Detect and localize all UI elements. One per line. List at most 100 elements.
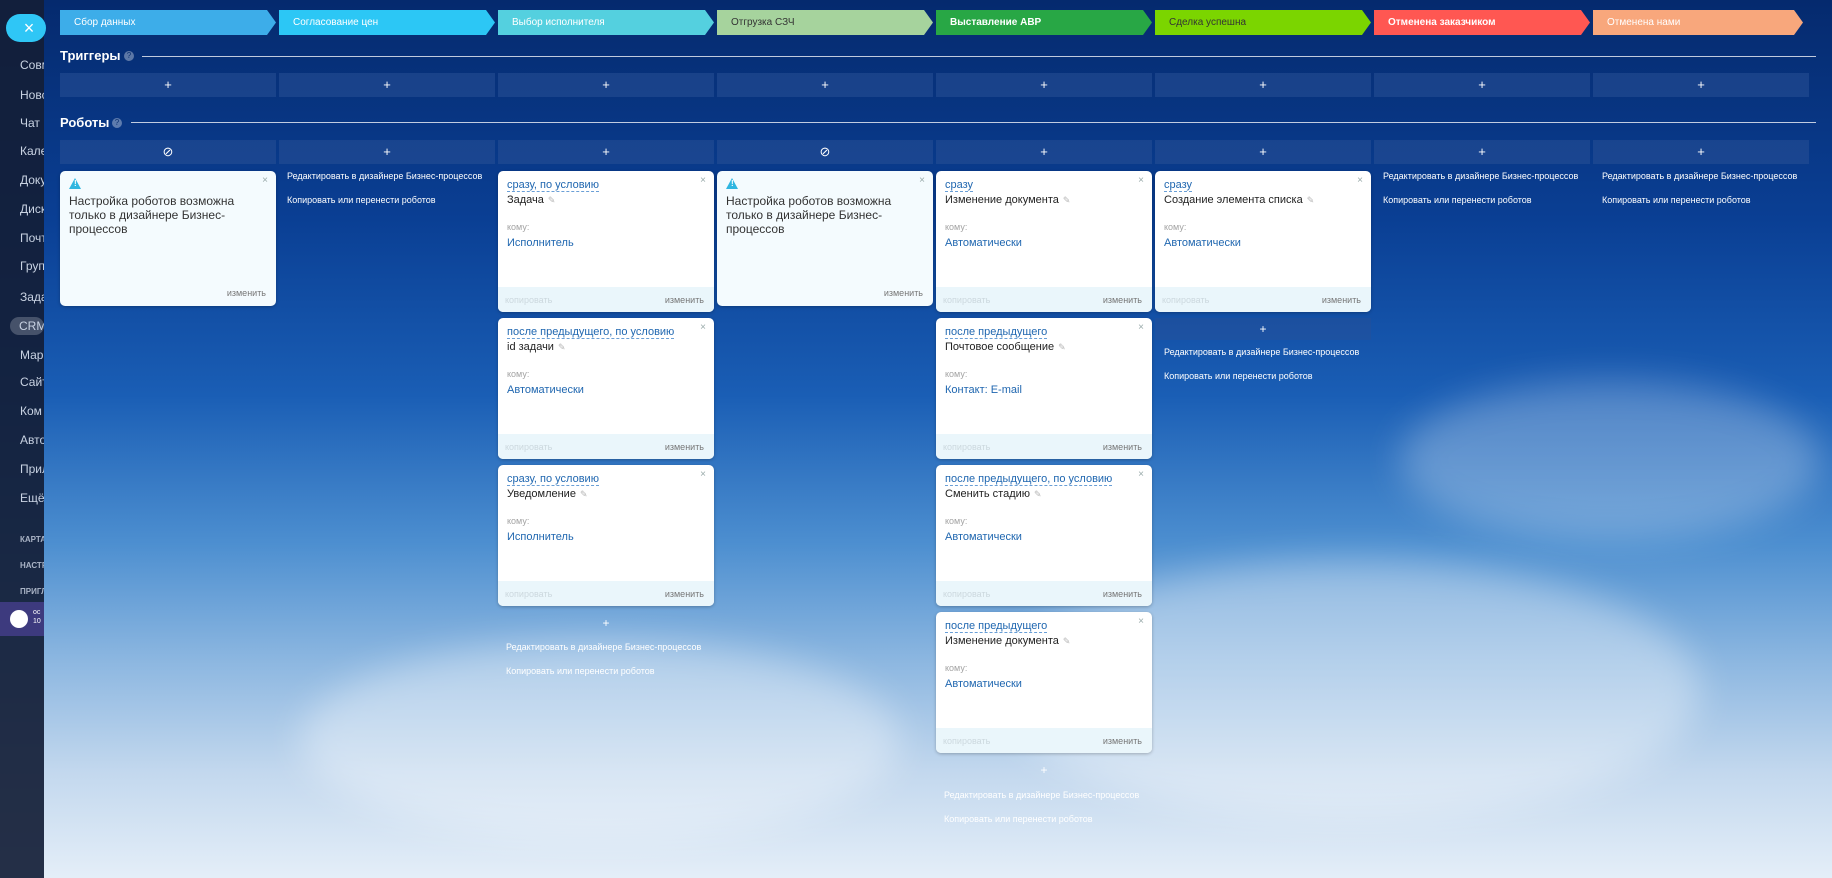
robot-card[interactable]: × сразу, по условию Задача ✎ кому: Исполн… [498,171,714,312]
copy-link[interactable]: копировать [943,589,990,599]
copy-link[interactable]: копировать [1162,295,1209,305]
robot-condition[interactable]: сразу, по условию [507,473,599,486]
sidebar-item[interactable]: Доку [20,173,44,187]
close-icon[interactable]: × [700,469,706,480]
pencil-icon[interactable]: ✎ [1058,342,1066,352]
pencil-icon[interactable]: ✎ [1307,195,1315,205]
close-icon[interactable]: × [1138,322,1144,333]
add-trigger-button[interactable]: + [60,73,276,97]
add-robot-button[interactable]: + [1155,140,1371,164]
add-robot-button[interactable]: + [1593,140,1809,164]
copy-move-robots-link[interactable]: Копировать или перенести роботов [1602,195,1751,205]
edit-in-designer-link[interactable]: Редактировать в дизайнере Бизнес-процесс… [1164,347,1359,357]
sidebar-section-label[interactable]: НАСТР [20,561,44,570]
robot-to-value[interactable]: Автоматически [945,531,1022,543]
edit-link[interactable]: изменить [884,288,923,298]
edit-link[interactable]: изменить [665,442,704,452]
robot-to-value[interactable]: Автоматически [507,384,584,396]
copy-move-robots-link[interactable]: Копировать или перенести роботов [287,195,436,205]
edit-link[interactable]: изменить [665,589,704,599]
sidebar-item[interactable]: Ещё [20,491,44,505]
sidebar-item[interactable]: Чат и [20,116,44,130]
sidebar-item-crm[interactable]: CRM [10,317,44,335]
robot-to-value[interactable]: Автоматически [945,237,1022,249]
sidebar-item[interactable]: Груп [20,259,44,273]
close-icon[interactable]: × [1357,175,1363,186]
sidebar-item[interactable]: Прил [20,462,44,476]
sidebar-item[interactable]: Диск [20,202,44,216]
pencil-icon[interactable]: ✎ [1034,489,1042,499]
edit-in-designer-link[interactable]: Редактировать в дизайнере Бизнес-процесс… [1383,171,1578,181]
robot-to-value[interactable]: Исполнитель [507,237,574,249]
robot-condition[interactable]: после предыдущего, по условию [945,473,1113,486]
edit-link[interactable]: изменить [227,288,266,298]
add-trigger-button[interactable]: + [936,73,1152,97]
sidebar-item[interactable]: Авто [20,433,44,447]
edit-link[interactable]: изменить [1322,295,1361,305]
add-robot-button[interactable]: + [1155,318,1371,340]
copy-link[interactable]: копировать [943,736,990,746]
add-robot-button[interactable]: + [498,612,714,634]
edit-link[interactable]: изменить [665,295,704,305]
add-robot-button[interactable]: + [279,140,495,164]
robot-to-value[interactable]: Автоматически [1164,237,1241,249]
robot-condition[interactable]: после предыдущего, по условию [507,326,675,339]
edit-link[interactable]: изменить [1103,295,1142,305]
pencil-icon[interactable]: ✎ [548,195,556,205]
pencil-icon[interactable]: ✎ [558,342,566,352]
sidebar-item[interactable]: Мар [20,348,44,362]
add-robot-button[interactable]: + [498,140,714,164]
edit-in-designer-link[interactable]: Редактировать в дизайнере Бизнес-процесс… [944,790,1139,800]
copy-link[interactable]: копировать [505,295,552,305]
help-icon[interactable]: ? [124,51,134,61]
robot-condition[interactable]: сразу [1164,179,1193,192]
close-icon[interactable]: × [700,322,706,333]
edit-link[interactable]: изменить [1103,442,1142,452]
close-icon[interactable]: × [919,175,925,186]
edit-in-designer-link[interactable]: Редактировать в дизайнере Бизнес-процесс… [506,642,701,652]
add-trigger-button[interactable]: + [498,73,714,97]
sidebar-item[interactable]: Ком [20,404,44,418]
pencil-icon[interactable]: ✎ [1063,636,1071,646]
copy-move-robots-link[interactable]: Копировать или перенести роботов [944,814,1093,824]
copy-link[interactable]: копировать [505,442,552,452]
copy-move-robots-link[interactable]: Копировать или перенести роботов [506,666,655,676]
sidebar-item[interactable]: Кале [20,144,44,158]
close-icon[interactable]: × [1138,616,1144,627]
robot-card[interactable]: × после предыдущего, по условию id задач… [498,318,714,459]
close-slider-button[interactable]: × [6,14,46,42]
robot-condition[interactable]: после предыдущего [945,620,1048,633]
robot-to-value[interactable]: Исполнитель [507,531,574,543]
close-icon[interactable]: × [1138,469,1144,480]
edit-link[interactable]: изменить [1103,589,1142,599]
close-icon[interactable]: × [700,175,706,186]
pencil-icon[interactable]: ✎ [1063,195,1071,205]
sidebar-item[interactable]: Совм [20,58,44,72]
sidebar-section-label[interactable]: КАРТА [20,535,44,544]
robot-card[interactable]: × сразу, по условию Уведомление ✎ кому: И… [498,465,714,606]
sidebar-item[interactable]: Новс [20,88,44,102]
add-trigger-button[interactable]: + [1155,73,1371,97]
add-trigger-button[interactable]: + [717,73,933,97]
sidebar-section-label[interactable]: ПРИГЛ [20,587,44,596]
copy-move-robots-link[interactable]: Копировать или перенести роботов [1164,371,1313,381]
robot-card[interactable]: × сразу Изменение документа ✎ кому: Автом… [936,171,1152,312]
add-robot-button[interactable]: + [936,759,1152,781]
copy-link[interactable]: копировать [505,589,552,599]
close-icon[interactable]: × [262,175,268,186]
sidebar-user-block[interactable]: ос 10 [0,602,44,636]
edit-in-designer-link[interactable]: Редактировать в дизайнере Бизнес-процесс… [1602,171,1797,181]
edit-in-designer-link[interactable]: Редактировать в дизайнере Бизнес-процесс… [287,171,482,181]
robot-to-value[interactable]: Автоматически [945,678,1022,690]
robot-to-value[interactable]: Контакт: E-mail [945,384,1022,396]
sidebar-item[interactable]: Сайт [20,375,44,389]
robot-card[interactable]: × после предыдущего Почтовое сообщение ✎ … [936,318,1152,459]
add-trigger-button[interactable]: + [1593,73,1809,97]
robot-card[interactable]: × после предыдущего, по условию Сменить … [936,465,1152,606]
robot-card[interactable]: × сразу Создание элемента списка ✎ кому: … [1155,171,1371,312]
copy-move-robots-link[interactable]: Копировать или перенести роботов [1383,195,1532,205]
robot-condition[interactable]: сразу, по условию [507,179,599,192]
pencil-icon[interactable]: ✎ [580,489,588,499]
sidebar-item[interactable]: Зада [20,290,44,304]
sidebar-item[interactable]: Почт [20,231,44,245]
